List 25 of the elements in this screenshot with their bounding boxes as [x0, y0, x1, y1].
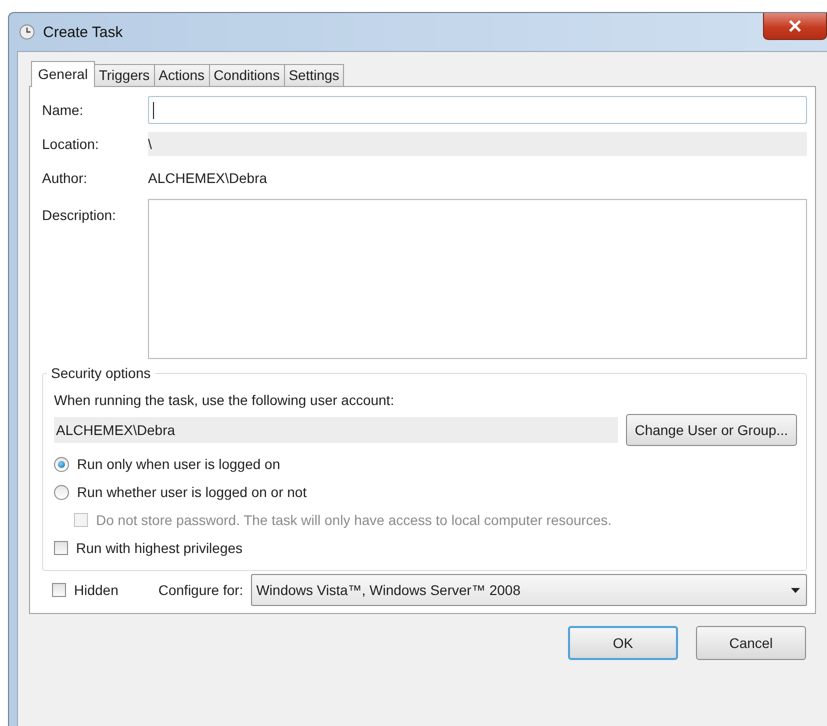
configure-dropdown[interactable]: Windows Vista™, Windows Server™ 2008 — [251, 574, 807, 606]
window-title: Create Task — [43, 24, 123, 40]
option-label: Run only when user is logged on — [77, 456, 280, 472]
account-field: ALCHEMEX\Debra — [54, 417, 618, 443]
field-label: Name: — [42, 102, 84, 118]
author-value: ALCHEMEX\Debra — [148, 170, 268, 186]
account-prompt: When running the task, use the following user account: — [54, 392, 396, 408]
dialog-button[interactable]: Cancel — [696, 626, 806, 660]
field-label: Description: — [42, 206, 117, 225]
group-title: Security options — [47, 365, 155, 381]
field-label: Configure for: — [158, 582, 244, 598]
option-label: Hidden — [74, 582, 118, 598]
option-label: Do not store password. The task will only have access to local computer resources. — [96, 512, 612, 528]
field-label: Location: — [42, 136, 100, 152]
tab[interactable]: Settings — [284, 64, 344, 86]
tab[interactable]: Triggers — [94, 64, 155, 86]
dialog-button[interactable]: OK — [568, 626, 678, 660]
change-user-button[interactable]: Change User or Group... — [626, 414, 797, 446]
tab[interactable]: Actions — [154, 64, 210, 86]
location-field: \ — [148, 132, 807, 156]
tab[interactable]: General — [31, 61, 95, 87]
option-label: Run with highest privileges — [76, 540, 243, 556]
option-label: Run whether user is logged on or not — [77, 484, 307, 500]
tab[interactable]: Conditions — [208, 64, 285, 86]
field-label: Author: — [42, 170, 88, 186]
